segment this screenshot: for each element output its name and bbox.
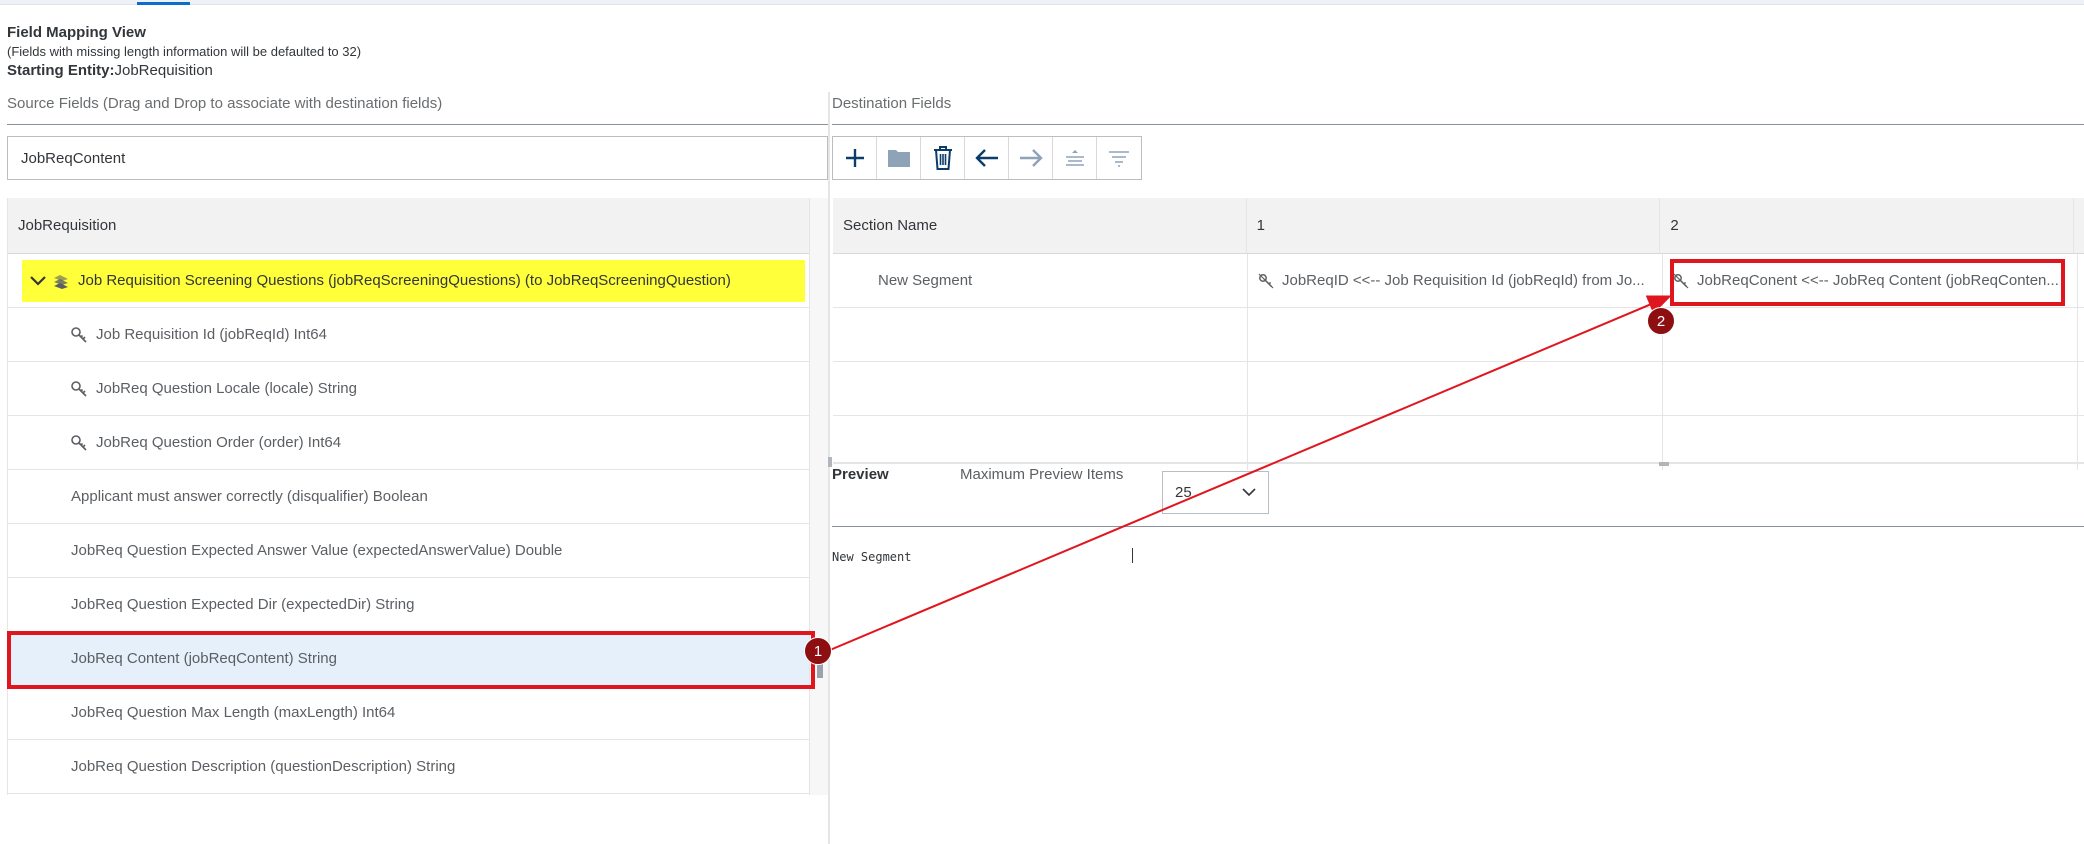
annotation-badge-1: 1 — [804, 637, 832, 665]
annotation-badge-2: 2 — [1647, 307, 1675, 335]
annotation-arrow — [829, 295, 1672, 651]
